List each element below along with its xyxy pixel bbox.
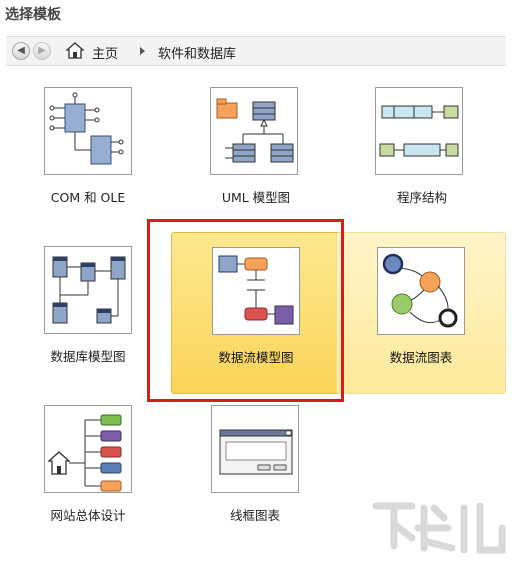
breadcrumb-bar: ◀ ▶ 主页 软件和数据库 — [6, 36, 506, 66]
template-com-ole[interactable]: COM 和 OLE — [4, 74, 172, 234]
com-ole-thumbnail — [44, 87, 132, 175]
watermark-logo-icon — [372, 502, 506, 554]
breadcrumb-current[interactable]: 软件和数据库 — [158, 43, 236, 62]
dialog-header: 选择模板 — [0, 0, 512, 28]
breadcrumb-home[interactable]: 主页 — [92, 43, 118, 62]
dataflow-diagram-thumbnail — [377, 247, 465, 335]
template-label: 线框图表 — [229, 508, 280, 523]
database-model-thumbnail — [44, 246, 132, 334]
template-website-design[interactable]: 网站总体设计 — [4, 393, 172, 553]
template-label: 数据流图表 — [389, 350, 453, 365]
template-label: UML 模型图 — [221, 190, 291, 205]
breadcrumb-separator-icon — [140, 47, 145, 55]
template-label: COM 和 OLE — [50, 190, 126, 205]
home-icon[interactable] — [66, 42, 84, 59]
program-structure-thumbnail — [375, 87, 463, 175]
template-label: 程序结构 — [396, 190, 447, 205]
highlight-frame — [147, 219, 344, 402]
back-arrow-icon[interactable]: ◀ — [12, 42, 30, 60]
template-label: 网站总体设计 — [50, 508, 126, 523]
website-design-thumbnail — [44, 405, 132, 493]
template-program-structure[interactable]: 程序结构 — [338, 74, 506, 234]
forward-arrow-icon[interactable]: ▶ — [33, 42, 51, 60]
template-wireframe[interactable]: 线框图表 — [171, 393, 339, 553]
template-dataflow-diagram[interactable]: 数据流图表 — [336, 232, 506, 394]
wireframe-thumbnail — [211, 405, 299, 493]
header-title: 选择模板 — [5, 7, 61, 23]
uml-thumbnail — [210, 87, 298, 175]
template-uml[interactable]: UML 模型图 — [172, 74, 340, 234]
